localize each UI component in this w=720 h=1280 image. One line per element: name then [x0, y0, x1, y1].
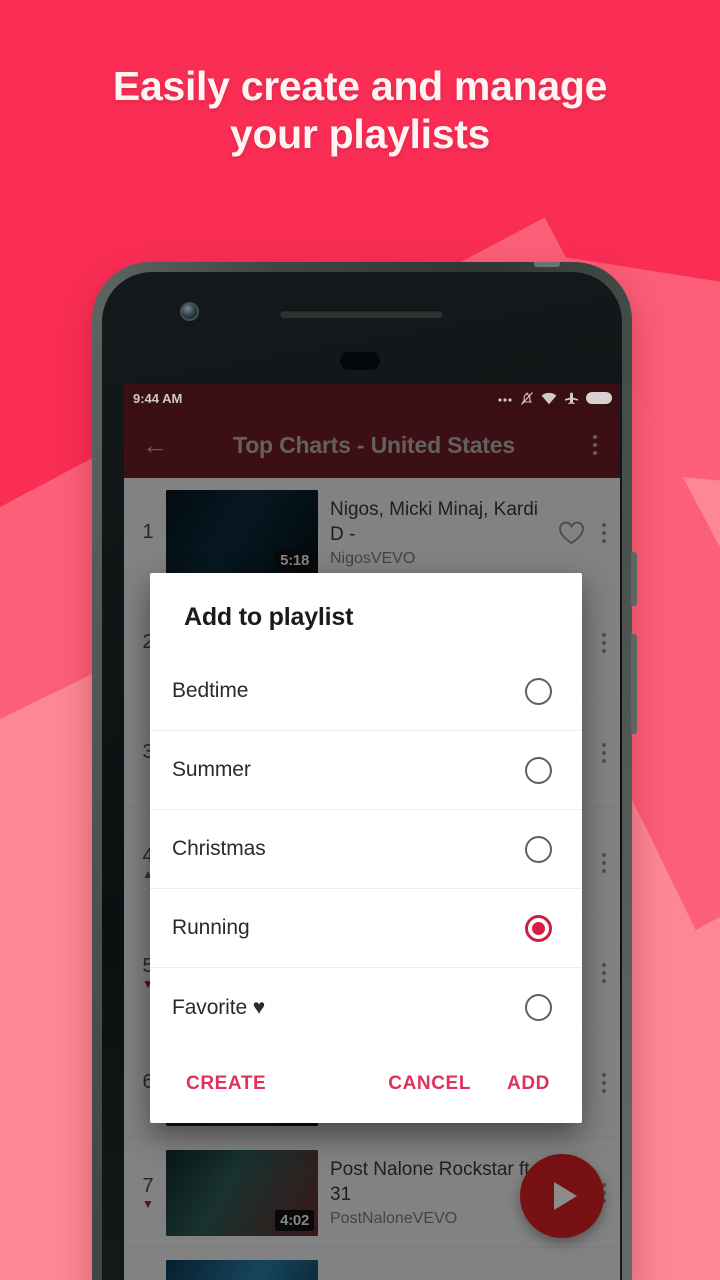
- playlist-radio-summer[interactable]: [525, 756, 552, 784]
- playlist-radio-christmas[interactable]: [525, 835, 552, 863]
- promo-headline: Easily create and manage your playlists: [0, 62, 720, 158]
- status-bar-time: 9:44 AM: [133, 390, 183, 406]
- list-item[interactable]: Running: [150, 889, 582, 968]
- cancel-button[interactable]: CANCEL: [386, 1069, 473, 1099]
- more-dots-icon: [498, 398, 512, 402]
- dialog-actions: CREATE CANCEL ADD: [150, 1047, 582, 1113]
- playlist-name: Running: [172, 916, 250, 939]
- create-button[interactable]: CREATE: [184, 1069, 268, 1099]
- playlist-radio-bedtime[interactable]: [525, 677, 552, 705]
- add-button[interactable]: ADD: [505, 1069, 552, 1099]
- status-bar-icons: [497, 391, 612, 406]
- phone-top-antenna: [534, 262, 560, 267]
- phone-volume-button: [631, 552, 637, 606]
- dialog-title: Add to playlist: [184, 603, 354, 631]
- front-camera-icon: [180, 302, 199, 321]
- wifi-icon: [541, 392, 557, 404]
- add-to-playlist-dialog: Add to playlist Bedtime Summer Christmas: [150, 573, 582, 1123]
- mute-bell-icon: [521, 391, 533, 405]
- playlist-radio-favorite[interactable]: [525, 994, 552, 1021]
- playlist-name: Christmas: [172, 837, 266, 860]
- playlist-name: Favorite ♥: [172, 995, 266, 1019]
- playlist-name: Bedtime: [172, 679, 249, 702]
- promo-headline-line2: your playlists: [229, 111, 491, 157]
- list-item[interactable]: Christmas: [150, 810, 582, 889]
- playlist-radio-running[interactable]: [525, 914, 552, 942]
- list-item[interactable]: Summer: [150, 731, 582, 810]
- phone-screen: 9:44 AM ← Top Charts - United States 1 5…: [124, 384, 620, 1280]
- status-bar: 9:44 AM: [124, 384, 620, 412]
- battery-icon: [586, 392, 612, 404]
- playlist-name: Summer: [172, 758, 251, 781]
- proximity-sensor: [340, 352, 380, 370]
- earpiece-speaker: [280, 310, 443, 318]
- phone-power-button: [631, 634, 637, 734]
- airplane-mode-icon: [565, 392, 578, 405]
- phone-bezel: 9:44 AM ← Top Charts - United States 1 5…: [102, 272, 622, 1280]
- phone-mockup: 9:44 AM ← Top Charts - United States 1 5…: [92, 262, 637, 1280]
- promo-banner: Easily create and manage your playlists …: [0, 0, 720, 1280]
- list-item[interactable]: Bedtime: [150, 652, 582, 731]
- promo-headline-line1: Easily create and manage: [112, 63, 608, 109]
- list-item[interactable]: Favorite ♥: [150, 968, 582, 1047]
